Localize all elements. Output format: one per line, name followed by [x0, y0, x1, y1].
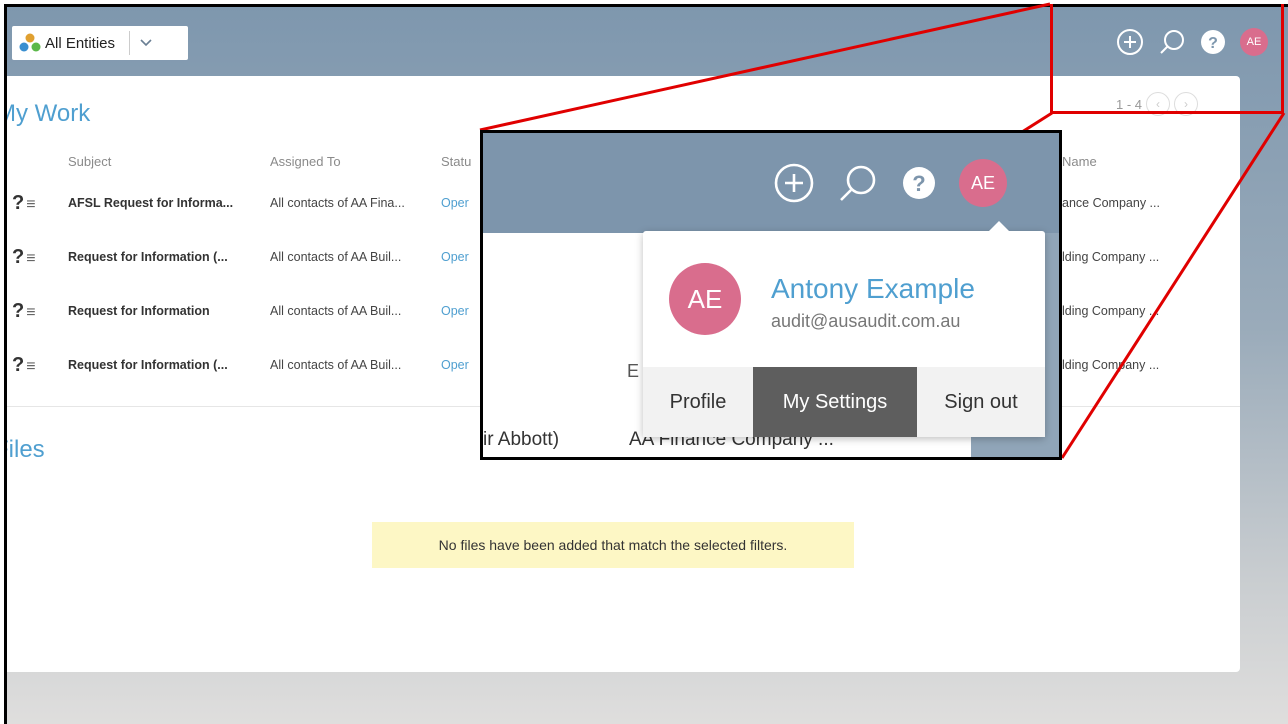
request-icon: ? ≡ [12, 354, 36, 376]
request-icon: ? ≡ [12, 246, 36, 268]
svg-text:?: ? [912, 171, 925, 196]
user-name: Antony Example [771, 273, 975, 304]
profile-button[interactable]: Profile [643, 367, 753, 437]
row-status[interactable]: Oper [441, 196, 469, 210]
row-name: lding Company ... [1062, 250, 1160, 264]
user-avatar: AE [669, 263, 741, 335]
entities-icon [18, 32, 42, 54]
zoom-toolbar: ? AE [773, 159, 1007, 207]
column-assigned[interactable]: Assigned To [270, 154, 341, 169]
row-subject[interactable]: AFSL Request for Informa... [68, 196, 233, 210]
entity-divider [129, 31, 131, 55]
search-icon[interactable] [837, 162, 879, 204]
help-icon[interactable]: ? [901, 165, 937, 201]
empty-files-notice: No files have been added that match the … [372, 522, 854, 568]
user-menu: AE Antony Example audit@ausaudit.com.au … [643, 221, 1045, 437]
menu-caret [989, 221, 1009, 231]
row-name: lding Company ... [1062, 304, 1160, 318]
row-subject[interactable]: Request for Information (... [68, 358, 228, 372]
row-assigned: All contacts of AA Buil... [270, 304, 402, 318]
row-status[interactable]: Oper [441, 358, 469, 372]
column-status[interactable]: Statu [441, 154, 471, 169]
my-settings-button[interactable]: My Settings [753, 367, 917, 437]
row-status[interactable]: Oper [441, 250, 469, 264]
column-name[interactable]: Name [1062, 154, 1097, 169]
row-name: lding Company ... [1062, 358, 1160, 372]
avatar[interactable]: AE [959, 159, 1007, 207]
my-work-title: My Work [4, 100, 91, 127]
request-icon: ? ≡ [12, 300, 36, 322]
row-assigned: All contacts of AA Fina... [270, 196, 405, 210]
row-subject[interactable]: Request for Information (... [68, 250, 228, 264]
request-icon: ? ≡ [12, 192, 36, 214]
row-assigned: All contacts of AA Buil... [270, 358, 402, 372]
entity-label: All Entities [45, 34, 116, 52]
sign-out-button[interactable]: Sign out [917, 367, 1045, 437]
files-title: Files [4, 436, 45, 463]
bg-text: ir Abbott) [483, 429, 560, 450]
row-name: ance Company ... [1062, 196, 1160, 210]
row-status[interactable]: Oper [441, 304, 469, 318]
highlight-box [1050, 4, 1284, 114]
row-assigned: All contacts of AA Buil... [270, 250, 402, 264]
column-subject[interactable]: Subject [68, 154, 111, 169]
row-subject[interactable]: Request for Information [68, 304, 210, 318]
bg-text: E [627, 361, 640, 381]
user-menu-actions: Profile My Settings Sign out [643, 367, 1045, 437]
zoom-callout: ? AE E ir Abbott) AA Finance Company ...… [480, 130, 1062, 460]
add-icon[interactable] [773, 162, 815, 204]
chevron-down-icon[interactable] [140, 36, 152, 50]
user-email: audit@ausaudit.com.au [771, 311, 961, 331]
entity-selector[interactable]: All Entities [12, 26, 188, 60]
frame-border-left [4, 4, 7, 724]
